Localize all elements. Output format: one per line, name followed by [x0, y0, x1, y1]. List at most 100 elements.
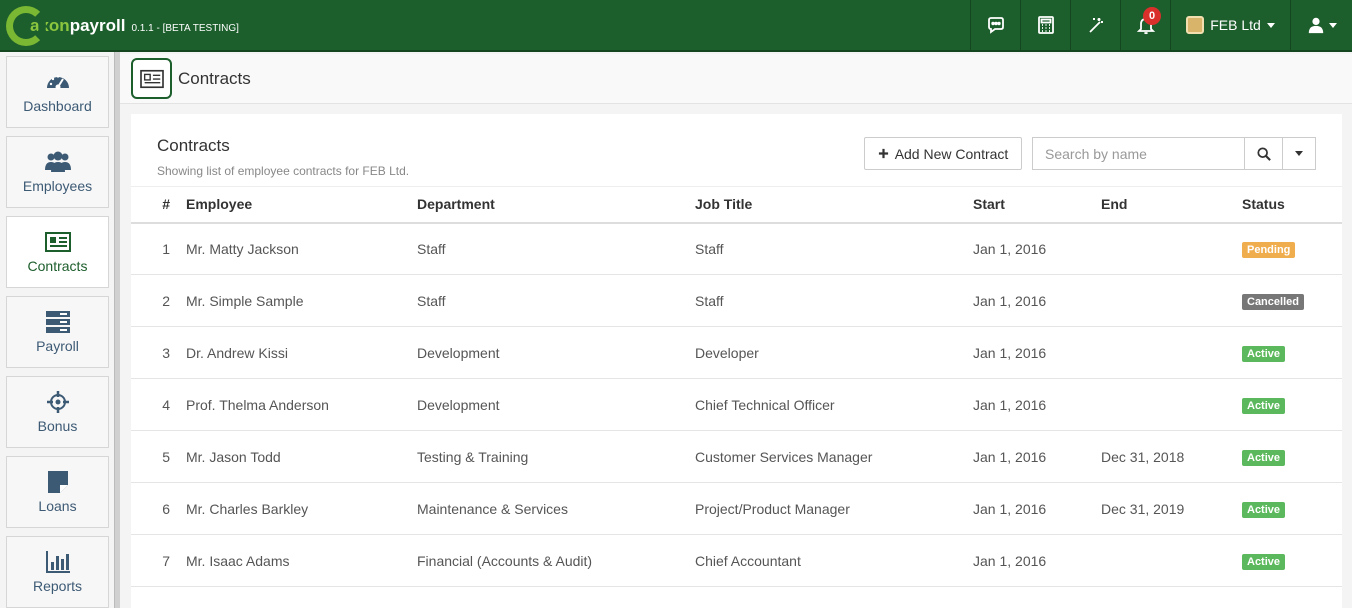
sidebar-item-label: Employees — [22, 178, 93, 194]
search-button[interactable] — [1245, 137, 1283, 170]
department-cell: Testing & Training — [417, 430, 695, 483]
notification-count-badge: 0 — [1143, 7, 1161, 25]
top-navbar: axon payroll 0.1.1 - [BETA TESTING] 0 FE… — [0, 0, 1352, 52]
start-date-cell: Jan 1, 2016 — [973, 482, 1101, 535]
status-cell: Pending — [1242, 222, 1342, 275]
status-badge: Active — [1242, 553, 1286, 570]
row-number-cell: 4 — [131, 378, 186, 431]
column-header-end[interactable]: End — [1101, 186, 1242, 224]
notifications-button[interactable]: 0 — [1120, 0, 1170, 50]
table-header-row: # Employee Department Job Title Start En… — [131, 186, 1342, 224]
brand-version: 0.1.1 - [BETA TESTING] — [131, 22, 239, 34]
end-date-cell — [1101, 222, 1242, 275]
sidebar-item-payroll[interactable]: Payroll — [6, 296, 109, 368]
sidebar-item-label: Contracts — [27, 258, 88, 274]
job-title-cell: Customer Services Manager — [695, 430, 973, 483]
search-icon — [1256, 146, 1271, 161]
end-date-cell — [1101, 274, 1242, 327]
company-name: FEB Ltd — [1210, 17, 1261, 33]
status-cell: Active — [1242, 534, 1342, 587]
search-input[interactable] — [1032, 137, 1245, 170]
payroll-icon — [45, 311, 70, 333]
logo-icon — [6, 6, 46, 46]
employee-name-cell: Mr. Isaac Adams — [186, 534, 417, 587]
table-row[interactable]: 2 Mr. Simple Sample Staff Staff Jan 1, 2016 C… — [131, 274, 1342, 327]
status-badge: Active — [1242, 345, 1286, 362]
column-header-job-title[interactable]: Job Title — [695, 186, 973, 224]
user-menu-dropdown[interactable] — [1290, 0, 1352, 50]
employee-name-cell: Mr. Simple Sample — [186, 274, 417, 327]
table-row[interactable]: 4 Prof. Thelma Anderson Development Chief T… — [131, 378, 1342, 431]
sidebar-scrollbar[interactable] — [114, 52, 120, 608]
status-badge: Pending — [1242, 241, 1296, 258]
user-icon — [1308, 17, 1323, 34]
add-new-contract-label: Add New Contract — [894, 145, 1009, 162]
status-cell: Active — [1242, 326, 1342, 379]
table-row[interactable]: 3 Dr. Andrew Kissi Development Developer Jan… — [131, 326, 1342, 379]
end-date-cell: Dec 31, 2019 — [1101, 482, 1242, 535]
brand-logo[interactable]: axon payroll 0.1.1 - [BETA TESTING] — [6, 4, 239, 48]
dashboard-icon — [46, 75, 69, 90]
column-header-employee[interactable]: Employee — [186, 186, 417, 224]
column-header-start[interactable]: Start — [973, 186, 1101, 224]
contracts-panel: Contracts Showing list of employee contr… — [131, 114, 1342, 608]
calculator-icon — [1037, 16, 1054, 34]
status-badge: Active — [1242, 501, 1286, 518]
status-badge: Active — [1242, 449, 1286, 466]
sidebar-item-employees[interactable]: Employees — [6, 136, 109, 208]
top-nav-menu: 0 FEB Ltd — [970, 0, 1352, 50]
start-date-cell: Jan 1, 2016 — [973, 378, 1101, 431]
sidebar-item-bonus[interactable]: Bonus — [6, 376, 109, 448]
column-header-status[interactable]: Status — [1242, 186, 1342, 224]
row-number-cell: 7 — [131, 534, 186, 587]
start-date-cell: Jan 1, 2016 — [973, 274, 1101, 327]
end-date-cell — [1101, 326, 1242, 379]
chevron-down-icon — [1266, 22, 1275, 28]
department-cell: Staff — [417, 274, 695, 327]
sidebar-item-label: Dashboard — [23, 98, 92, 114]
magic-wand-button[interactable] — [1070, 0, 1120, 50]
table-row[interactable]: 7 Mr. Isaac Adams Financial (Accounts & Au… — [131, 534, 1342, 587]
job-title-cell: Chief Technical Officer — [695, 378, 973, 431]
end-date-cell: Dec 31, 2018 — [1101, 430, 1242, 483]
end-date-cell — [1101, 378, 1242, 431]
chat-button[interactable] — [970, 0, 1020, 50]
row-number-cell: 2 — [131, 274, 186, 327]
row-number-cell: 5 — [131, 430, 186, 483]
department-cell: Staff — [417, 222, 695, 275]
search-options-dropdown[interactable] — [1283, 137, 1316, 170]
sidebar-item-label: Loans — [38, 498, 77, 514]
sidebar-item-reports[interactable]: Reports — [6, 536, 109, 608]
row-number-cell: 1 — [131, 222, 186, 275]
panel-subtitle: Showing list of employee contracts for F… — [157, 164, 410, 178]
department-cell: Development — [417, 326, 695, 379]
add-new-contract-button[interactable]: Add New Contract — [864, 137, 1022, 170]
sidebar-item-label: Payroll — [36, 338, 79, 354]
row-number-cell: 6 — [131, 482, 186, 535]
search-group — [1032, 137, 1316, 170]
status-cell: Cancelled — [1242, 274, 1342, 327]
plus-icon — [878, 148, 888, 159]
contracts-icon — [44, 232, 71, 252]
sidebar-item-dashboard[interactable]: Dashboard — [6, 56, 109, 128]
reports-icon — [45, 551, 70, 573]
company-dropdown[interactable]: FEB Ltd — [1170, 0, 1290, 50]
sidebar-item-loans[interactable]: Loans — [6, 456, 109, 528]
table-row[interactable]: 1 Mr. Matty Jackson Staff Staff Jan 1, 2016 P… — [131, 222, 1342, 275]
status-cell: Active — [1242, 430, 1342, 483]
column-header-department[interactable]: Department — [417, 186, 695, 224]
table-row[interactable]: 5 Mr. Jason Todd Testing & Training Custome… — [131, 430, 1342, 483]
chevron-down-icon — [1295, 151, 1303, 156]
job-title-cell: Chief Accountant — [695, 534, 973, 587]
department-cell: Financial (Accounts & Audit) — [417, 534, 695, 587]
sidebar-item-contracts[interactable]: Contracts — [6, 216, 109, 288]
employee-name-cell: Mr. Jason Todd — [186, 430, 417, 483]
column-header-number[interactable]: # — [131, 186, 186, 224]
table-row[interactable]: 6 Mr. Charles Barkley Maintenance & Servic… — [131, 482, 1342, 535]
loans-icon — [47, 471, 68, 493]
status-badge: Cancelled — [1242, 293, 1304, 310]
status-cell: Active — [1242, 482, 1342, 535]
calculator-button[interactable] — [1020, 0, 1070, 50]
employee-name-cell: Dr. Andrew Kissi — [186, 326, 417, 379]
panel-title: Contracts — [157, 136, 230, 155]
